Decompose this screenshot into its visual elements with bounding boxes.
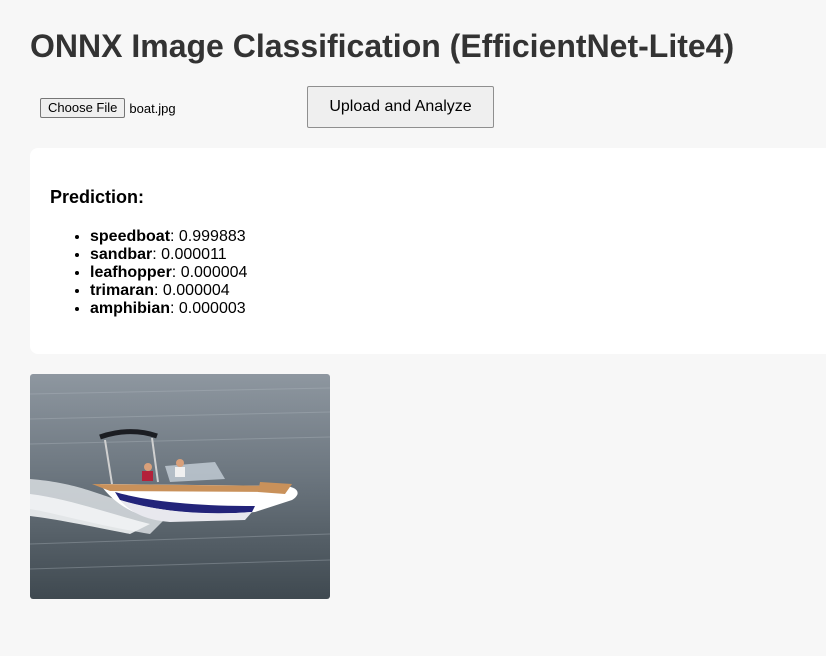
prediction-item: amphibian: 0.000003 [90, 300, 247, 318]
prediction-label: speedboat [90, 228, 171, 245]
prediction-label: trimaran [90, 282, 155, 299]
file-picker[interactable]: Choose File boat.jpg [40, 97, 176, 119]
prediction-score: : 0.000003 [170, 300, 246, 317]
page-title: ONNX Image Classification (EfficientNet-… [30, 28, 735, 64]
uploaded-image-preview [30, 374, 330, 599]
prediction-score: : 0.000011 [152, 246, 227, 263]
prediction-score: : 0.999883 [170, 228, 246, 245]
selected-file-name: boat.jpg [129, 100, 176, 116]
prediction-item: sandbar: 0.000011 [90, 246, 247, 264]
prediction-card: Prediction: speedboat: 0.999883 sandbar:… [30, 148, 826, 354]
prediction-score: : 0.000004 [171, 264, 248, 281]
prediction-item: leafhopper: 0.000004 [90, 264, 247, 282]
prediction-heading: Prediction: [50, 187, 145, 207]
upload-and-analyze-button[interactable]: Upload and Analyze [307, 86, 494, 128]
prediction-score: : 0.000004 [154, 282, 230, 299]
prediction-label: sandbar [90, 246, 153, 263]
prediction-list: speedboat: 0.999883 sandbar: 0.000011 le… [50, 228, 247, 318]
choose-file-button[interactable]: Choose File [40, 98, 126, 118]
prediction-label: amphibian [90, 300, 171, 317]
prediction-label: leafhopper [90, 264, 172, 281]
prediction-item: trimaran: 0.000004 [90, 282, 247, 300]
prediction-item: speedboat: 0.999883 [90, 228, 247, 246]
